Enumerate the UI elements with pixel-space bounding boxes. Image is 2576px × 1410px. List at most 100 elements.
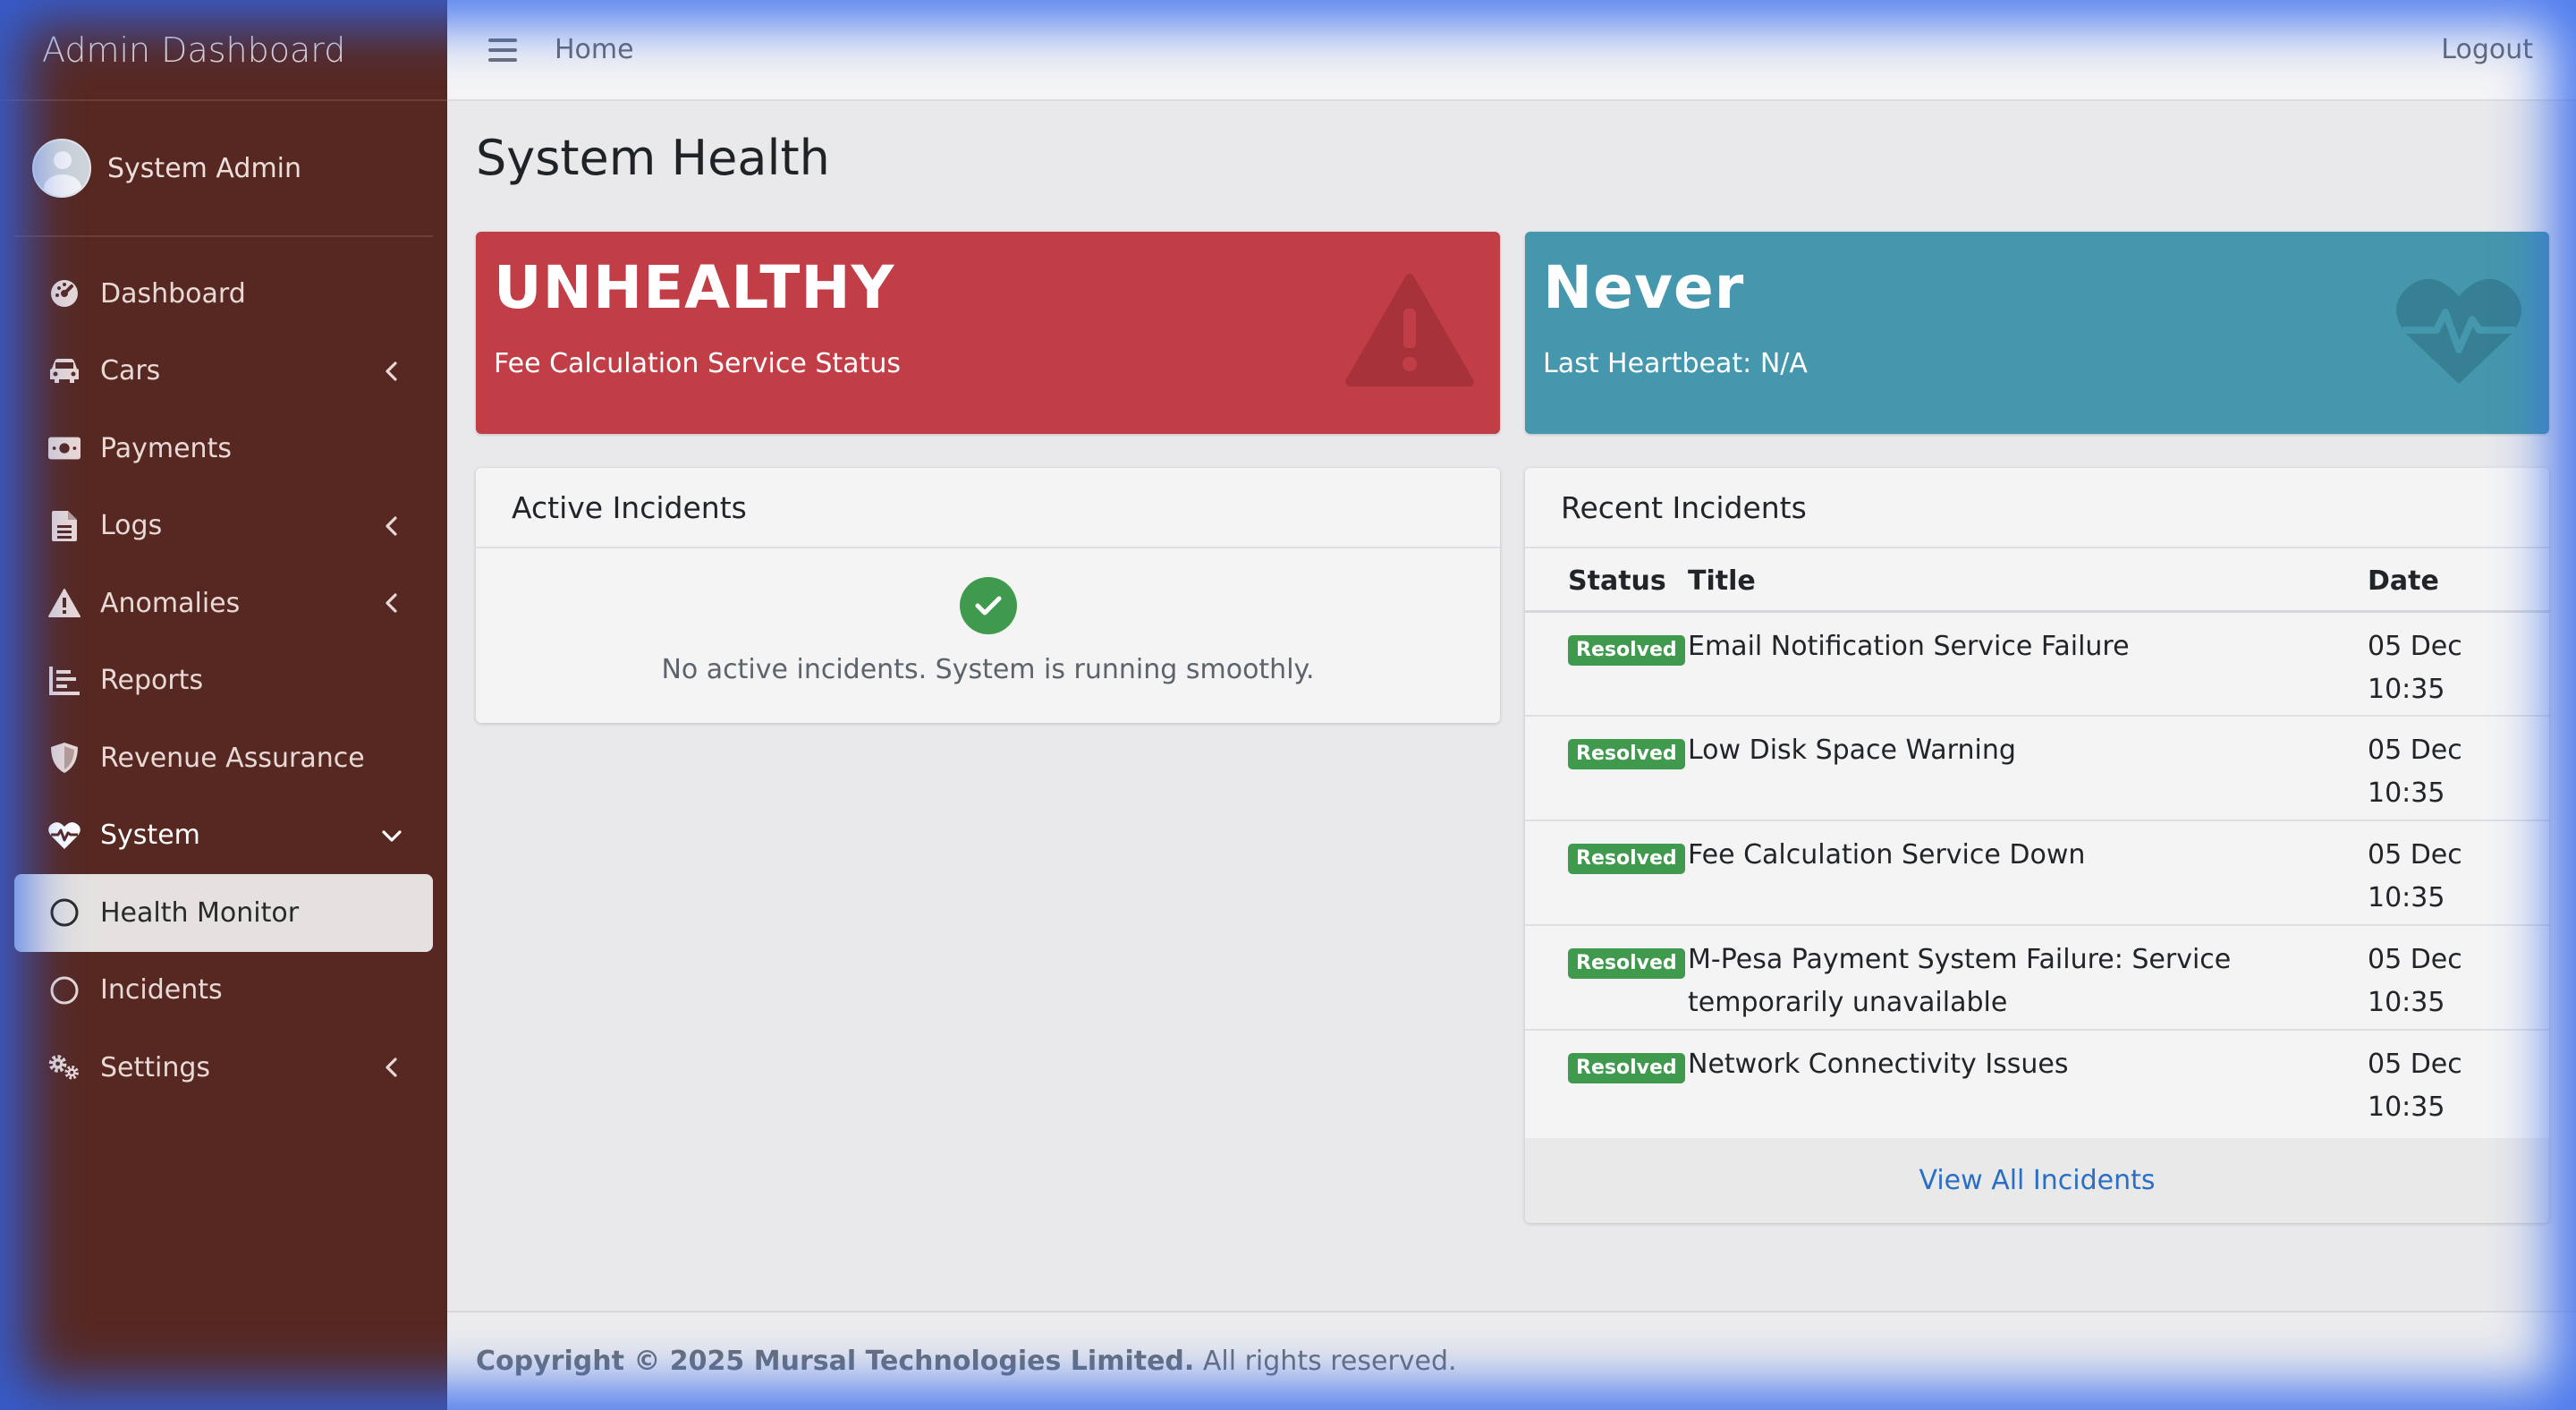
heartbeat-box: Never Last Heartbeat: N/A [1525,232,2549,434]
sidebar-item-incidents[interactable]: Incidents [14,952,433,1030]
incident-title[interactable]: Fee Calculation Service Down [1688,820,2368,925]
status-badge: Resolved [1568,739,1685,769]
warning-icon [48,587,80,619]
shield-icon [48,742,80,774]
chevron-left-icon [386,593,397,613]
car-icon [48,355,80,387]
status-value: UNHEALTHY [494,253,895,322]
brand-link[interactable]: Admin Dashboard [0,0,447,101]
gears-icon [48,1051,80,1083]
column-header-date[interactable]: Date [2368,548,2549,613]
date-time: 10:35 [2368,1091,2445,1123]
page-title: System Health [476,130,830,186]
copyright-text: Copyright © 2025 Mursal Technologies Lim… [476,1346,1195,1377]
avatar [32,139,91,198]
view-all-incidents-link[interactable]: View All Incidents [1919,1165,2155,1196]
incident-title[interactable]: Email Notification Service Failure [1688,611,2368,716]
chevron-left-icon [386,516,397,536]
sidebar-item-settings[interactable]: Settings [14,1029,433,1107]
check-circle-icon [959,577,1017,634]
warning-icon [1344,273,1475,391]
rights-text: All rights reserved. [1202,1346,1457,1377]
incident-title[interactable]: M-Pesa Payment System Failure: Service t… [1688,925,2368,1030]
date-time: 10:35 [2368,987,2445,1018]
main-content: System Health UNHEALTHY Fee Calculation … [447,101,2576,1311]
incidents-table: Status Title Date Resolved Email Notific… [1525,548,2549,1134]
sidebar-item-anomalies[interactable]: Anomalies [14,565,433,642]
circle-icon [48,974,80,1007]
sidebar-item-reports[interactable]: Reports [14,642,433,720]
incident-date: 05 Dec 10:35 [2368,716,2549,820]
user-name: System Admin [107,152,302,184]
incident-date: 05 Dec 10:35 [2368,1030,2549,1134]
service-status-box: UNHEALTHY Fee Calculation Service Status [476,232,1500,434]
sidebar-item-label: Reports [100,665,204,697]
gauge-icon [48,277,80,310]
sidebar-item-label: Cars [100,355,161,387]
table-row[interactable]: Resolved M-Pesa Payment System Failure: … [1525,925,2549,1030]
file-icon [48,510,80,542]
sidebar-item-label: Revenue Assurance [100,742,365,774]
sidebar-item-label: Settings [100,1051,211,1083]
topbar: Home Logout [447,0,2576,101]
active-incidents-panel: Active Incidents No active incidents. Sy… [476,468,1500,723]
status-badge: Resolved [1568,948,1685,979]
heartbeat-icon [48,820,80,852]
circle-icon [48,896,80,929]
status-label: Fee Calculation Service Status [494,348,901,379]
incident-title[interactable]: Low Disk Space Warning [1688,716,2368,820]
incident-title[interactable]: Network Connectivity Issues [1688,1030,2368,1134]
sidebar-item-dashboard[interactable]: Dashboard [14,255,433,333]
user-panel[interactable]: System Admin [14,101,433,237]
heartbeat-value: Never [1543,253,1745,322]
date-day: 05 Dec [2368,735,2462,766]
sidebar-item-health-monitor[interactable]: Health Monitor [14,874,433,952]
chevron-left-icon [386,1058,397,1077]
logout-link[interactable]: Logout [2441,34,2533,65]
date-time: 10:35 [2368,777,2445,809]
status-badge: Resolved [1568,844,1685,874]
table-row[interactable]: Resolved Network Connectivity Issues 05 … [1525,1030,2549,1134]
status-badge: Resolved [1568,634,1685,666]
sidebar-item-system[interactable]: System [14,797,433,875]
date-day: 05 Dec [2368,839,2462,871]
panel-title: Active Incidents [476,468,1500,548]
panel-title: Recent Incidents [1525,468,2549,548]
date-day: 05 Dec [2368,944,2462,975]
column-header-status[interactable]: Status [1525,548,1688,613]
heartbeat-label: Last Heartbeat: N/A [1543,348,1808,379]
date-time: 10:35 [2368,882,2445,913]
incident-date: 05 Dec 10:35 [2368,925,2549,1030]
sidebar-nav: Dashboard Cars Payments Logs Anomalies R… [0,237,447,1107]
heartbeat-icon [2394,273,2524,391]
date-day: 05 Dec [2368,1049,2462,1080]
sidebar-item-cars[interactable]: Cars [14,333,433,411]
sidebar-item-payments[interactable]: Payments [14,410,433,488]
chart-icon [48,665,80,697]
sidebar-item-label: Dashboard [100,277,246,310]
table-row[interactable]: Resolved Low Disk Space Warning 05 Dec 10… [1525,716,2549,820]
column-header-title[interactable]: Title [1688,548,2368,613]
sidebar-item-revenue-assurance[interactable]: Revenue Assurance [14,719,433,797]
date-day: 05 Dec [2368,630,2462,662]
chevron-down-icon [382,830,402,842]
sidebar: Admin Dashboard System Admin Dashboard C… [0,0,447,1410]
chevron-left-icon [386,361,397,381]
sidebar-item-label: Logs [100,510,163,542]
sidebar-item-label: Health Monitor [100,896,300,929]
incident-date: 05 Dec 10:35 [2368,611,2549,716]
recent-incidents-panel: Recent Incidents Status Title Date Resol… [1525,468,2549,1223]
table-row[interactable]: Resolved Email Notification Service Fail… [1525,611,2549,716]
status-badge: Resolved [1568,1053,1685,1083]
table-row[interactable]: Resolved Fee Calculation Service Down 05… [1525,820,2549,925]
page-footer: Copyright © 2025 Mursal Technologies Lim… [447,1311,2576,1410]
sidebar-item-label: Incidents [100,974,223,1007]
sidebar-item-label: Payments [100,432,232,464]
no-incidents-message: No active incidents. System is running s… [661,654,1315,685]
sidebar-item-label: System [100,820,200,852]
date-time: 10:35 [2368,673,2445,705]
incident-date: 05 Dec 10:35 [2368,820,2549,925]
menu-toggle-icon[interactable] [488,38,517,62]
sidebar-item-logs[interactable]: Logs [14,488,433,565]
home-link[interactable]: Home [555,34,634,65]
